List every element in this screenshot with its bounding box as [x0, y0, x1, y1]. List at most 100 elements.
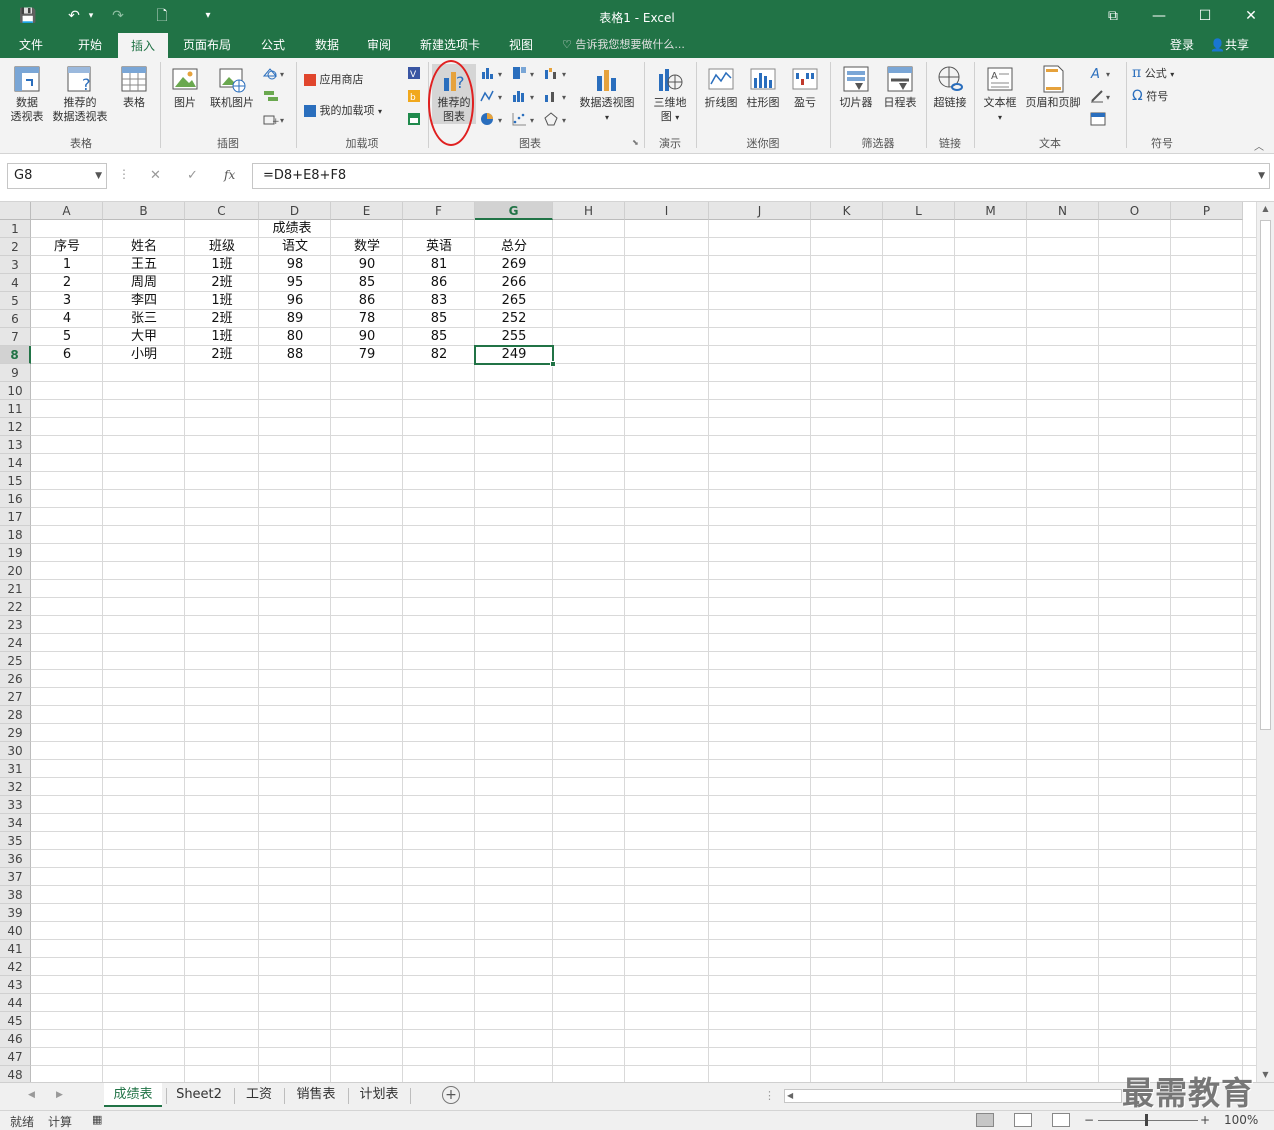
row-header-7[interactable]: 7 — [0, 328, 31, 346]
row-header-21[interactable]: 21 — [0, 580, 31, 598]
table-cell[interactable]: 83 — [403, 292, 475, 310]
row-header-17[interactable]: 17 — [0, 508, 31, 526]
tab-file[interactable]: 文件 — [8, 32, 54, 58]
table-cell[interactable]: 90 — [331, 328, 403, 346]
tab-data[interactable]: 数据 — [304, 32, 350, 58]
save-icon[interactable]: 💾 — [14, 0, 42, 32]
column-header-l[interactable]: L — [883, 202, 955, 220]
row-header-47[interactable]: 47 — [0, 1048, 31, 1066]
sheet-tab-5[interactable]: 计划表 — [352, 1083, 406, 1107]
column-header-a[interactable]: A — [31, 202, 103, 220]
table-cell[interactable]: 265 — [475, 292, 553, 310]
row-header-40[interactable]: 40 — [0, 922, 31, 940]
table-cell[interactable]: 96 — [259, 292, 331, 310]
row-header-43[interactable]: 43 — [0, 976, 31, 994]
tab-splitter-icon[interactable]: ⋮ — [764, 1089, 775, 1102]
zoom-out-icon[interactable]: − — [1084, 1113, 1094, 1127]
ribbon-display-icon[interactable]: ⧉ — [1090, 0, 1136, 32]
equation-button[interactable]: π 公式 ▾ — [1132, 66, 1196, 82]
row-header-14[interactable]: 14 — [0, 454, 31, 472]
row-header-4[interactable]: 4 — [0, 274, 31, 292]
recommended-charts-button[interactable]: ? 推荐的 图表 — [432, 64, 476, 124]
fill-handle[interactable] — [550, 361, 556, 367]
pivot-table-button[interactable]: 数据 透视表 — [6, 64, 48, 124]
page-break-view-icon[interactable] — [1052, 1113, 1070, 1127]
column-header-d[interactable]: D — [259, 202, 331, 220]
radar-chart-icon[interactable]: ▾ — [544, 112, 570, 126]
recommended-pivot-button[interactable]: ? 推荐的 数据透视表 — [48, 64, 112, 124]
table-cell[interactable]: 255 — [475, 328, 553, 346]
zoom-slider-thumb[interactable] — [1145, 1114, 1148, 1126]
picture-button[interactable]: 图片 — [164, 64, 206, 110]
tell-me-search[interactable]: ♡ 告诉我您想要做什么... — [562, 32, 685, 58]
sheet-tab-2[interactable]: Sheet2 — [170, 1083, 228, 1107]
row-header-32[interactable]: 32 — [0, 778, 31, 796]
macro-record-icon[interactable]: ▦ — [92, 1113, 102, 1126]
table-cell[interactable]: 89 — [259, 310, 331, 328]
table-cell[interactable]: 81 — [403, 256, 475, 274]
charts-launcher-icon[interactable]: ⬊ — [632, 138, 639, 147]
row-header-23[interactable]: 23 — [0, 616, 31, 634]
row-header-19[interactable]: 19 — [0, 544, 31, 562]
column-header-p[interactable]: P — [1171, 202, 1243, 220]
sheet-tab-3[interactable]: 工资 — [238, 1083, 280, 1107]
new-file-icon[interactable]: 🗋 — [148, 0, 176, 32]
sparkline-line-button[interactable]: 折线图 — [700, 64, 742, 110]
scroll-up-icon[interactable]: ▲ — [1257, 202, 1274, 216]
column-header-f[interactable]: F — [403, 202, 475, 220]
row-header-46[interactable]: 46 — [0, 1030, 31, 1048]
my-addins-button[interactable]: 我的加载项 ▾ — [304, 104, 400, 119]
prev-sheet-icon[interactable]: ◀ — [28, 1090, 35, 1100]
tab-page-layout[interactable]: 页面布局 — [176, 32, 238, 58]
combo-chart-icon[interactable]: ▾ — [544, 89, 570, 103]
row-header-18[interactable]: 18 — [0, 526, 31, 544]
scroll-left-icon[interactable]: ◀ — [787, 1090, 793, 1102]
shapes-icon[interactable]: ▾ — [262, 66, 288, 80]
row-header-39[interactable]: 39 — [0, 904, 31, 922]
scatter-chart-icon[interactable]: ▾ — [512, 112, 538, 126]
row-header-35[interactable]: 35 — [0, 832, 31, 850]
column-header-m[interactable]: M — [955, 202, 1027, 220]
sparkline-winloss-button[interactable]: 盈亏 — [784, 64, 826, 110]
undo-dropdown-icon[interactable]: ▾ — [86, 0, 96, 32]
statistic-chart-icon[interactable]: ▾ — [512, 89, 538, 103]
row-header-3[interactable]: 3 — [0, 256, 31, 274]
formula-input[interactable]: =D8+E8+F8 ▼ — [252, 163, 1270, 189]
table-cell[interactable]: 85 — [403, 328, 475, 346]
3d-map-button[interactable]: 三维地图 ▾ — [648, 64, 692, 125]
table-cell[interactable]: 小明 — [103, 346, 185, 364]
row-header-26[interactable]: 26 — [0, 670, 31, 688]
login-link[interactable]: 登录 — [1170, 32, 1194, 58]
table-cell[interactable]: 周周 — [103, 274, 185, 292]
row-header-30[interactable]: 30 — [0, 742, 31, 760]
table-cell[interactable]: 大甲 — [103, 328, 185, 346]
header-cell[interactable]: 序号 — [31, 238, 103, 256]
table-cell[interactable]: 85 — [403, 310, 475, 328]
normal-view-icon[interactable] — [976, 1113, 994, 1127]
table-cell[interactable]: 3 — [31, 292, 103, 310]
row-header-24[interactable]: 24 — [0, 634, 31, 652]
cancel-icon[interactable]: ✕ — [150, 168, 161, 183]
bing-maps-icon[interactable]: b — [406, 89, 422, 103]
pivot-chart-button[interactable]: 数据透视图 ▾ — [574, 64, 640, 125]
row-header-11[interactable]: 11 — [0, 400, 31, 418]
table-cell[interactable]: 266 — [475, 274, 553, 292]
column-header-h[interactable]: H — [553, 202, 625, 220]
table-cell[interactable]: 4 — [31, 310, 103, 328]
next-sheet-icon[interactable]: ▶ — [56, 1090, 63, 1100]
row-header-38[interactable]: 38 — [0, 886, 31, 904]
table-cell[interactable]: 98 — [259, 256, 331, 274]
row-header-2[interactable]: 2 — [0, 238, 31, 256]
row-header-6[interactable]: 6 — [0, 310, 31, 328]
name-box[interactable]: G8 ▼ — [7, 163, 107, 189]
header-cell[interactable]: 英语 — [403, 238, 475, 256]
screenshot-icon[interactable]: + ▾ — [262, 112, 288, 126]
share-button[interactable]: 👤共享 — [1210, 32, 1249, 58]
column-header-n[interactable]: N — [1027, 202, 1099, 220]
row-header-20[interactable]: 20 — [0, 562, 31, 580]
column-chart-icon[interactable]: ▾ — [480, 66, 506, 80]
column-header-e[interactable]: E — [331, 202, 403, 220]
formula-bar-splitter[interactable]: ⋮ — [118, 167, 130, 181]
tab-home[interactable]: 开始 — [66, 32, 114, 58]
pie-chart-icon[interactable]: ▾ — [480, 112, 506, 126]
